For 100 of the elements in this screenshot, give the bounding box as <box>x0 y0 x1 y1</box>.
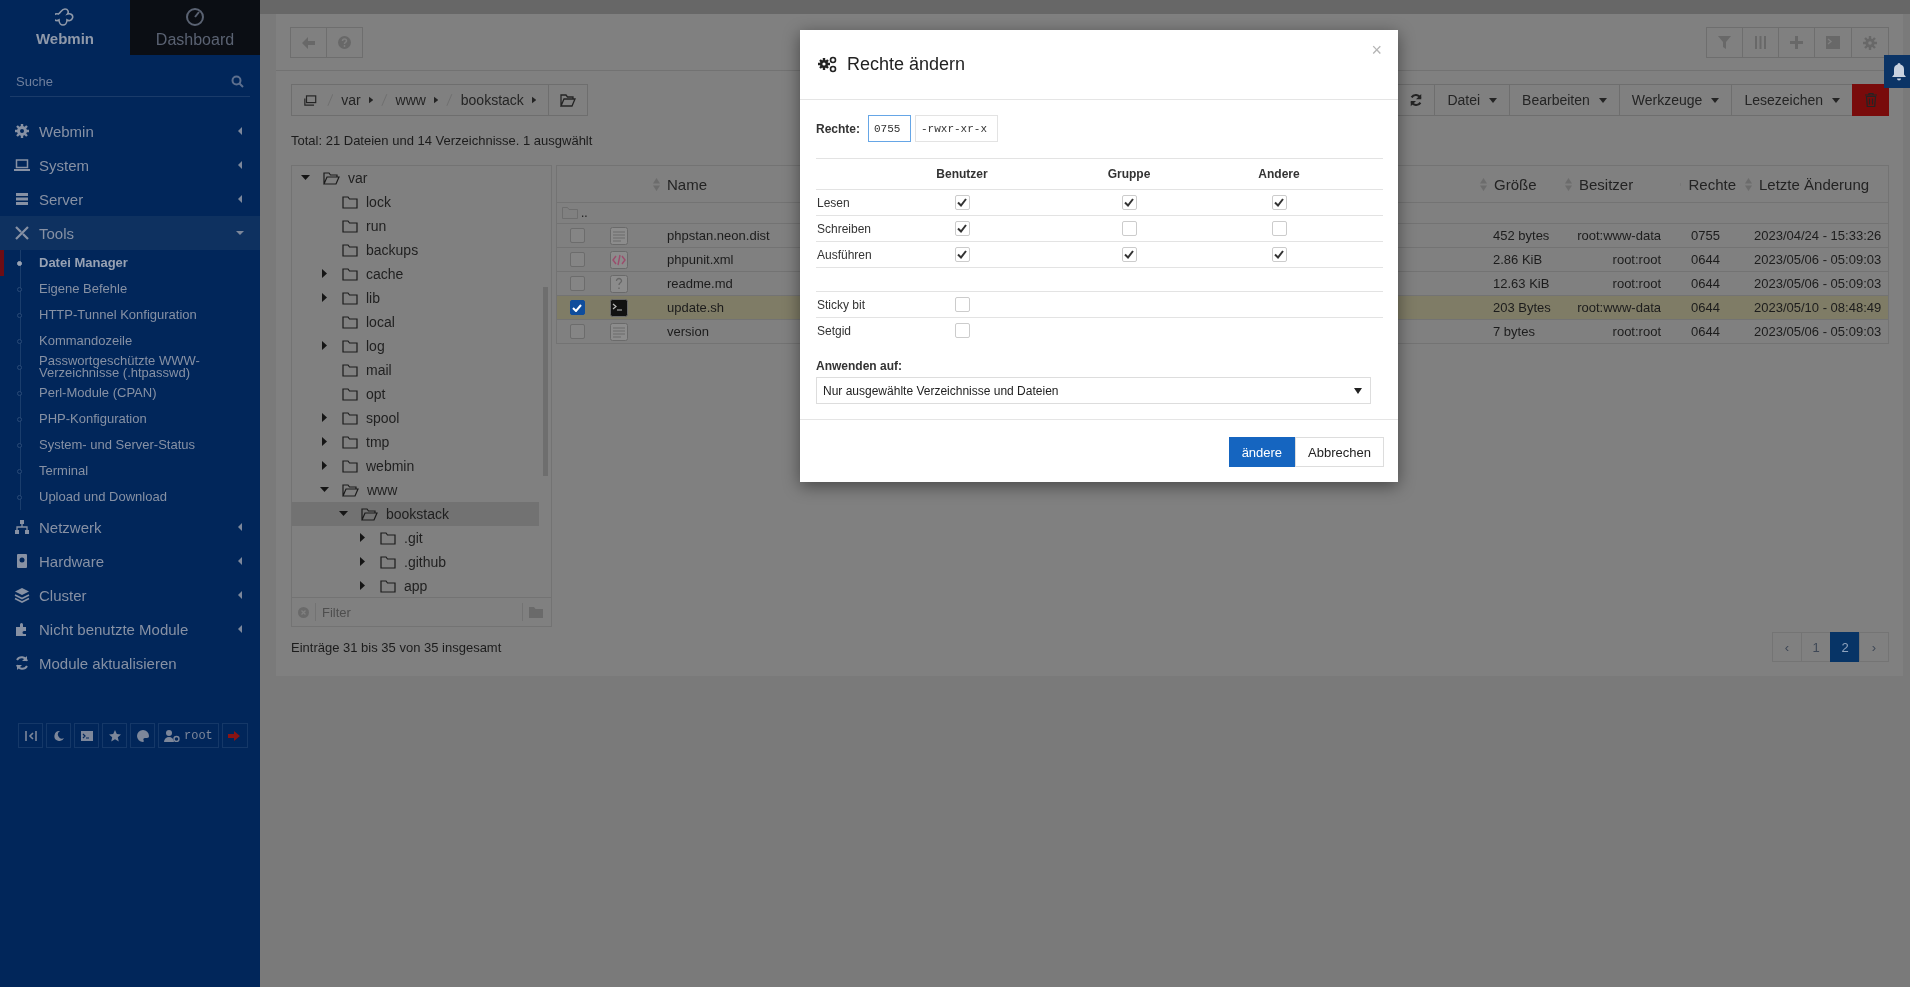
checkbox[interactable] <box>569 324 585 339</box>
permission-label: Sticky bit <box>816 297 866 312</box>
submenu-item[interactable]: Passwortgeschützte WWW-Verzeichnisse (.htpasswd) <box>0 354 260 380</box>
column-header[interactable]: Name <box>667 175 707 193</box>
menu-button[interactable]: Bearbeiten <box>1509 84 1620 116</box>
selection-summary: Total: 21 Dateien und 14 Verzeichnisse. 1 ausgwählt <box>291 133 594 149</box>
file-name: phpstan.neon.dist <box>667 228 770 243</box>
caret-icon <box>1832 97 1840 103</box>
apply-label: Anwenden auf: <box>816 359 903 373</box>
refresh-icon <box>14 655 30 671</box>
gear-icon <box>14 123 30 139</box>
columns-button[interactable] <box>1742 27 1779 58</box>
submenu-item[interactable]: Upload und Download <box>0 484 260 510</box>
menu-item[interactable]: Module aktualisieren <box>0 646 260 680</box>
apply-select[interactable]: Nur ausgewählte Verzeichnisse und Dateien <box>816 377 1371 404</box>
permission-label: Ausführen <box>816 247 873 262</box>
cancel-button[interactable]: Abbrechen <box>1295 437 1384 467</box>
submenu-item[interactable]: System- und Server-Status <box>0 432 260 458</box>
menu-button[interactable]: Werkzeuge <box>1618 84 1733 116</box>
submenu-item[interactable]: PHP-Konfiguration <box>0 406 260 432</box>
open-folder-icon <box>323 171 340 185</box>
octal-field[interactable]: 0755 <box>868 115 911 142</box>
terminal-button[interactable] <box>74 723 99 748</box>
checkbox[interactable] <box>569 228 585 243</box>
column-header[interactable]: Größe <box>1494 175 1537 193</box>
file-size: 2.86 KiB <box>1492 252 1544 267</box>
folder-name: opt <box>366 386 386 402</box>
file-name: readme.md <box>667 276 733 291</box>
back-arrow-icon <box>302 36 315 49</box>
permission-label: Setgid <box>816 323 853 338</box>
symbolic-field[interactable]: -rwxr-xr-x <box>915 115 998 142</box>
open-folder-button[interactable] <box>548 84 588 116</box>
column-header[interactable]: Besitzer <box>1579 175 1634 193</box>
menu-label: Cluster <box>39 586 88 604</box>
column-header[interactable]: Rechte <box>1688 175 1736 193</box>
logout-button[interactable] <box>221 723 248 748</box>
menu-item[interactable]: Nicht benutzte Module <box>0 612 260 646</box>
refresh-button[interactable] <box>1397 84 1436 116</box>
notifications-button[interactable] <box>1884 55 1910 88</box>
breadcrumb-link[interactable]: bookstack <box>460 92 524 108</box>
settings-icon <box>1863 35 1877 50</box>
page-button[interactable]: 2 <box>1830 632 1860 662</box>
collapse-icon <box>24 729 37 742</box>
menu-button[interactable]: Lesezeichen <box>1731 84 1853 116</box>
menu-label: Hardware <box>39 552 106 570</box>
permission-label: Lesen <box>816 195 851 210</box>
collapse-button[interactable] <box>18 723 43 748</box>
add-button[interactable] <box>1778 27 1815 58</box>
submenu-item[interactable]: Terminal <box>0 458 260 484</box>
submenu-item[interactable]: Eigene Befehle <box>0 276 260 302</box>
search-field[interactable]: Suche <box>16 73 231 89</box>
page-button[interactable]: 1 <box>1801 632 1831 662</box>
next-page-button[interactable]: › <box>1859 632 1889 662</box>
column-header[interactable]: Letzte Änderung <box>1759 175 1870 193</box>
folder-icon <box>342 387 358 401</box>
parent-folder-link[interactable]: .. <box>581 206 588 220</box>
checkbox[interactable] <box>569 300 585 315</box>
submenu-item[interactable]: Kommandozeile <box>0 328 260 354</box>
back-button[interactable] <box>290 27 327 58</box>
caret-icon <box>433 96 439 104</box>
submenu-item[interactable]: HTTP-Tunnel Konfiguration <box>0 302 260 328</box>
close-button[interactable]: × <box>1371 40 1382 61</box>
submenu-item[interactable]: Perl-Module (CPAN) <box>0 380 260 406</box>
favorites-button[interactable] <box>102 723 127 748</box>
menu-item[interactable]: Netzwerk <box>0 510 260 544</box>
tools-icon <box>14 225 30 241</box>
permissions-label: Rechte: <box>816 121 860 136</box>
help-button[interactable] <box>326 27 363 58</box>
menu-item[interactable]: Server <box>0 182 260 216</box>
file-name: update.sh <box>667 300 725 315</box>
folder-icon <box>342 459 358 473</box>
checkbox[interactable] <box>569 276 585 291</box>
folder-name: var <box>348 170 368 186</box>
file-owner: root:www-data <box>1576 228 1662 243</box>
caret-icon <box>1598 97 1607 103</box>
user-gear-icon <box>164 729 180 742</box>
breadcrumb-link[interactable]: www <box>395 92 426 108</box>
modified-date: 2023/05/06 - 05:09:03 <box>1753 324 1883 339</box>
folder-icon <box>380 555 396 569</box>
theme-button[interactable] <box>130 723 155 748</box>
filter-button[interactable] <box>1706 27 1743 58</box>
menu-button[interactable]: Datei <box>1434 84 1511 116</box>
user-button[interactable]: root <box>158 723 219 748</box>
menu-item[interactable]: Hardware <box>0 544 260 578</box>
menu-label: Netzwerk <box>39 518 103 536</box>
menu-item[interactable]: System <box>0 148 260 182</box>
tree-item[interactable]: bookstack <box>292 502 539 526</box>
breadcrumb-link[interactable]: var <box>341 92 361 108</box>
sidebar-tab[interactable]: Dashboard <box>130 0 260 55</box>
menu-item[interactable]: Webmin <box>0 114 260 148</box>
menu-item[interactable]: Tools <box>0 216 260 250</box>
checkbox[interactable] <box>569 252 585 267</box>
menu-item[interactable]: Cluster <box>0 578 260 612</box>
night-mode-button[interactable] <box>46 723 71 748</box>
open-folder-icon <box>342 483 359 497</box>
code-file-icon <box>610 250 628 269</box>
folder-name: local <box>366 314 395 330</box>
caret-icon <box>1489 97 1498 103</box>
confirm-button[interactable]: ändere <box>1228 437 1296 467</box>
previous-page-button[interactable]: ‹ <box>1772 632 1802 662</box>
